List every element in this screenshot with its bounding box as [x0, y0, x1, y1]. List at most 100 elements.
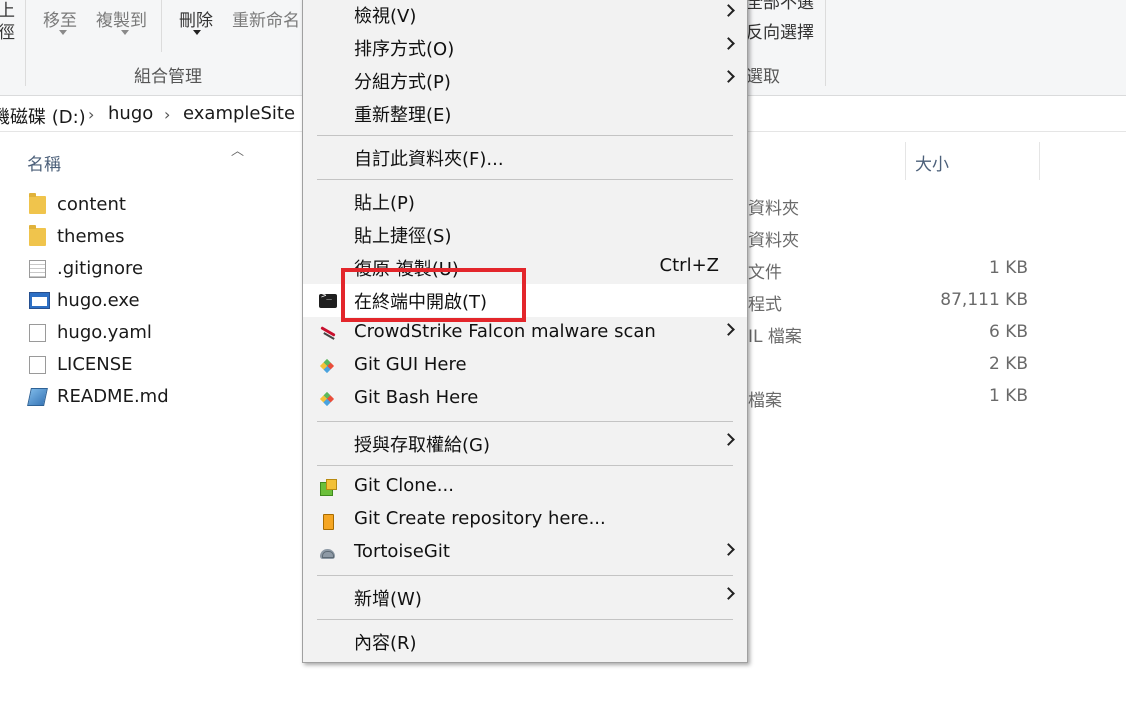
menu-separator: [317, 619, 733, 620]
menu-item-label: CrowdStrike Falcon malware scan: [354, 321, 656, 342]
file-type: 程式: [748, 295, 782, 315]
git-bash-icon: [319, 391, 336, 408]
ribbon-divider: [25, 0, 26, 86]
menu-item-label: 新增(W): [354, 589, 422, 610]
text-file-icon: [29, 260, 46, 278]
file-name: hugo.yaml: [57, 322, 152, 343]
file-type: 資料夾: [748, 199, 799, 219]
menu-item-label: 貼上(P): [354, 193, 415, 214]
menu-item-label: 自訂此資料夾(F)...: [354, 149, 504, 170]
file-name: hugo.exe: [57, 290, 140, 311]
menu-separator: [317, 179, 733, 180]
move-to-button[interactable]: 移至: [43, 6, 77, 31]
ribbon-divider: [161, 0, 162, 52]
file-type: IL 檔案: [748, 327, 802, 347]
file-type: 文件: [748, 263, 782, 283]
menu-item-git-create-repository[interactable]: Git Create repository here...: [303, 504, 747, 537]
exe-icon: [29, 292, 50, 309]
menu-item-label: 分組方式(P): [354, 72, 451, 93]
menu-item-label: Git Bash Here: [354, 387, 479, 408]
file-size: 2 KB: [988, 354, 1028, 374]
delete-button[interactable]: 刪除: [179, 6, 213, 31]
menu-item-view[interactable]: 檢視(V): [303, 0, 747, 31]
menu-item-git-clone[interactable]: Git Clone...: [303, 471, 747, 504]
file-icon: [29, 324, 46, 342]
menu-separator: [317, 465, 733, 466]
menu-item-label: TortoiseGit: [354, 541, 450, 562]
menu-item-label: 檢視(V): [354, 6, 417, 27]
context-menu: 檢視(V) 排序方式(O) 分組方式(P) 重新整理(E) 自訂此資料夾(F).…: [302, 0, 748, 663]
file-icon: [29, 356, 46, 374]
file-size: 6 KB: [988, 322, 1028, 342]
column-divider[interactable]: [905, 142, 906, 180]
column-header-size[interactable]: 大小: [915, 150, 949, 175]
menu-item-properties[interactable]: 內容(R): [303, 625, 747, 658]
menu-item-sort-by[interactable]: 排序方式(O): [303, 31, 747, 64]
menu-item-git-gui[interactable]: Git GUI Here: [303, 350, 747, 383]
column-header-name[interactable]: 名稱: [27, 150, 61, 175]
submenu-arrow-icon: [722, 543, 735, 556]
breadcrumb-drive[interactable]: 機磁碟 (D:): [0, 103, 86, 129]
move-to-dropdown-icon: [59, 30, 67, 35]
menu-item-git-bash[interactable]: Git Bash Here: [303, 383, 747, 416]
git-clone-icon: [319, 479, 337, 496]
delete-dropdown-icon: [193, 30, 201, 35]
file-name: LICENSE: [57, 354, 133, 375]
crowdstrike-falcon-icon: [319, 325, 336, 342]
file-name: content: [57, 194, 126, 215]
menu-item-give-access[interactable]: 授與存取權給(G): [303, 427, 747, 460]
menu-item-customize-folder[interactable]: 自訂此資料夾(F)...: [303, 141, 747, 174]
breadcrumb-chevron-icon[interactable]: ›: [88, 105, 94, 124]
select-none-button[interactable]: 全部不選: [746, 0, 814, 13]
submenu-arrow-icon: [722, 323, 735, 336]
menu-item-label: 內容(R): [354, 633, 417, 654]
folder-icon: [29, 193, 46, 214]
highlight-box: [341, 268, 526, 322]
menu-item-refresh[interactable]: 重新整理(E): [303, 97, 747, 130]
breadcrumb-hugo[interactable]: hugo: [108, 103, 153, 124]
breadcrumb-chevron-icon[interactable]: ›: [164, 105, 170, 124]
menu-separator: [317, 421, 733, 422]
git-gui-icon: [319, 358, 336, 375]
file-size: 1 KB: [988, 258, 1028, 278]
markdown-icon: [27, 388, 48, 406]
submenu-arrow-icon: [722, 37, 735, 50]
folder-icon: [29, 225, 46, 246]
menu-separator: [317, 135, 733, 136]
select-group-label: 選取: [746, 67, 780, 87]
rename-button[interactable]: 重新命名: [232, 6, 300, 31]
menu-item-label: Git Clone...: [354, 475, 454, 496]
menu-item-label: 授與存取權給(G): [354, 435, 490, 456]
menu-item-shortcut: Ctrl+Z: [659, 255, 719, 276]
copy-to-dropdown-icon: [121, 30, 129, 35]
tortoisegit-icon: [319, 545, 336, 562]
file-type: 資料夾: [748, 231, 799, 251]
git-create-repo-icon: [319, 512, 336, 530]
menu-item-label: Git Create repository here...: [354, 508, 606, 529]
file-size: 87,111 KB: [940, 290, 1028, 310]
file-name: README.md: [57, 386, 169, 407]
invert-selection-button[interactable]: 反向選擇: [746, 18, 814, 43]
column-divider[interactable]: [1039, 142, 1040, 180]
breadcrumb-examplesite[interactable]: exampleSite: [183, 103, 295, 124]
sort-ascending-icon: ︿: [231, 144, 245, 159]
menu-item-label: Git GUI Here: [354, 354, 467, 375]
submenu-arrow-icon: [722, 4, 735, 17]
menu-item-paste-shortcut[interactable]: 貼上捷徑(S): [303, 218, 747, 251]
menu-item-paste[interactable]: 貼上(P): [303, 185, 747, 218]
menu-item-label: 貼上捷徑(S): [354, 226, 452, 247]
menu-item-group-by[interactable]: 分組方式(P): [303, 64, 747, 97]
menu-item-new[interactable]: 新增(W): [303, 581, 747, 614]
menu-item-tortoisegit[interactable]: TortoiseGit: [303, 537, 747, 570]
file-name: themes: [57, 226, 125, 247]
terminal-icon: [319, 291, 337, 308]
ribbon-divider: [825, 0, 826, 86]
copy-to-button[interactable]: 複製到: [96, 6, 147, 31]
submenu-arrow-icon: [722, 433, 735, 446]
file-type: 檔案: [748, 391, 782, 411]
file-size: 1 KB: [988, 386, 1028, 406]
menu-separator: [317, 575, 733, 576]
menu-item-label: 重新整理(E): [354, 105, 452, 126]
submenu-arrow-icon: [722, 70, 735, 83]
ribbon-partial-button-bottom[interactable]: 徑: [0, 18, 15, 43]
